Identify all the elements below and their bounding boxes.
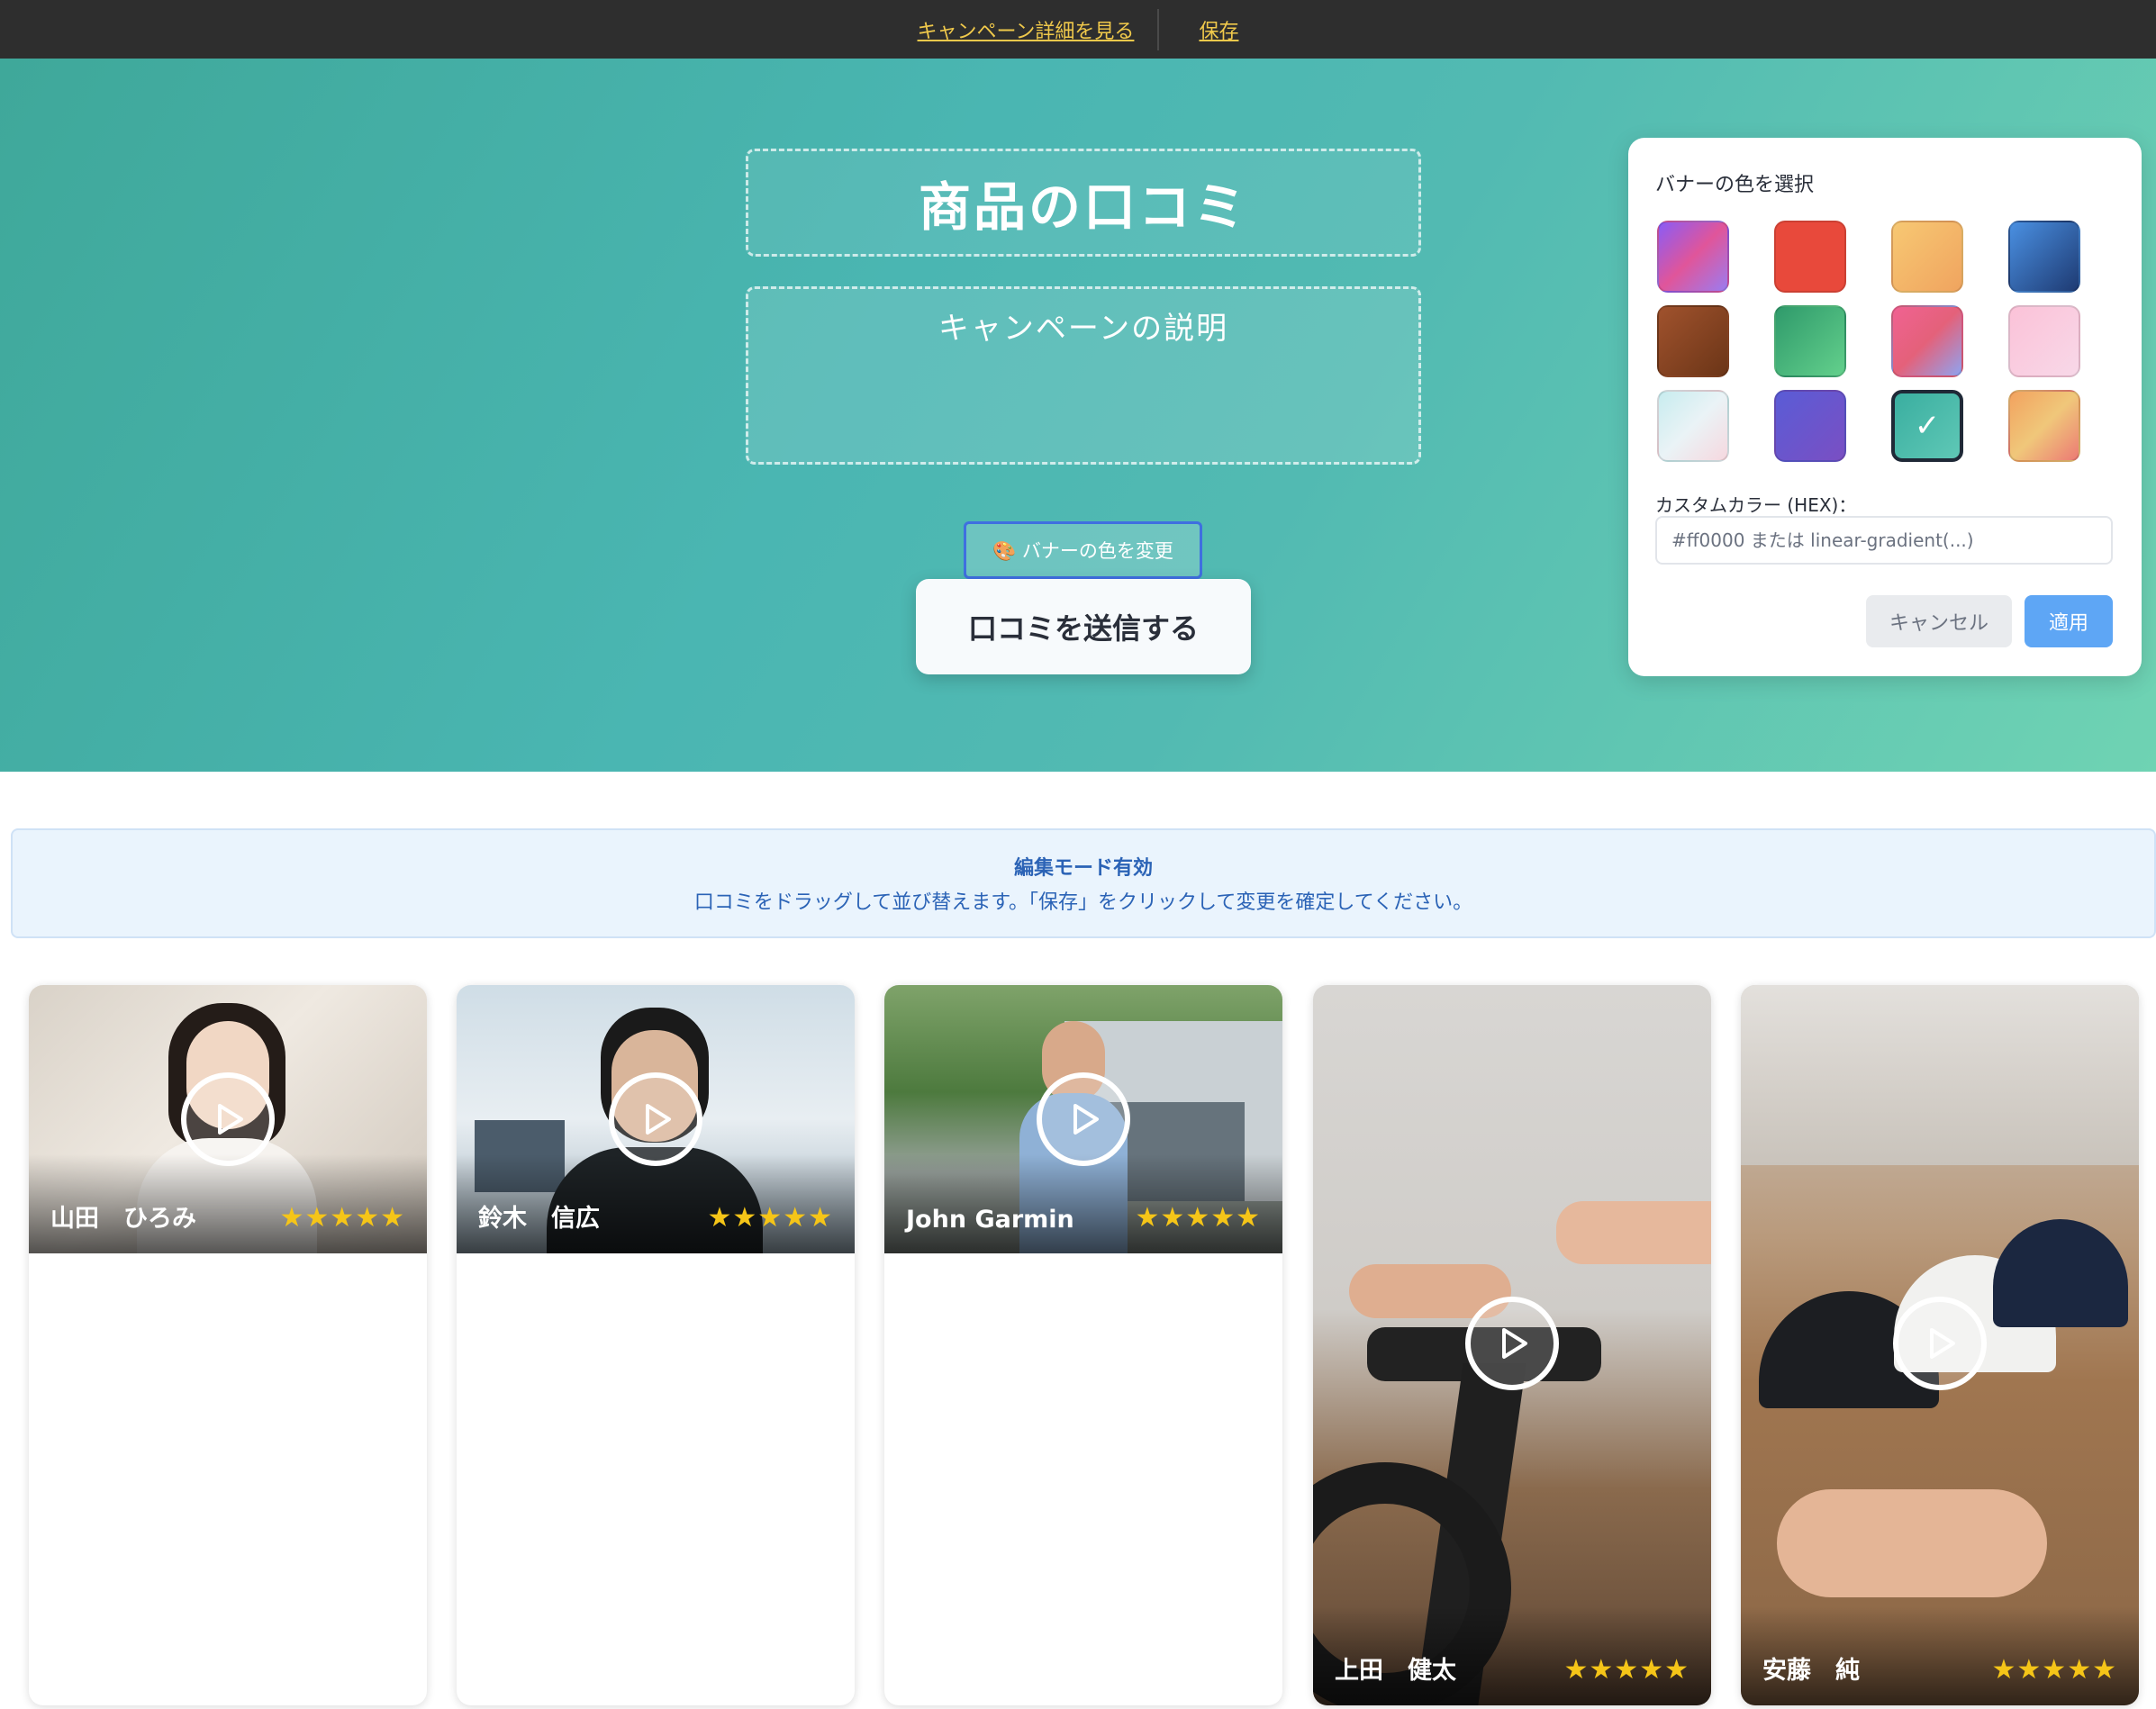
reviewer-name: 山田 ひろみ (50, 1205, 196, 1233)
video-thumbnail[interactable]: John Garmin ★★★★★ (884, 985, 1282, 1253)
top-bar: キャンペーン詳細を見る 保存 (0, 0, 2156, 59)
video-thumbnail[interactable]: 上田 健太 ★★★★★ (1313, 985, 1711, 1705)
star-rating: ★★★★★ (1563, 1654, 1689, 1686)
campaign-banner: 商品の口コミ キャンペーンの説明 🎨 バナーの色を変更 口コミを送信する バナー… (0, 59, 2156, 772)
video-thumbnail[interactable]: 安藤 純 ★★★★★ (1741, 985, 2139, 1705)
notice-title: 編集モード有効 (1013, 857, 1153, 880)
color-swatch-teal-selected[interactable]: ✓ (1891, 390, 1963, 462)
title-edit-box[interactable]: 商品の口コミ (746, 149, 1421, 257)
play-icon[interactable] (1465, 1297, 1559, 1390)
play-icon[interactable] (1893, 1297, 1987, 1390)
banner-description: キャンペーンの説明 (938, 311, 1229, 347)
topbar-divider (1157, 8, 1160, 50)
reviewer-name: 安藤 純 (1762, 1657, 1860, 1685)
color-swatch-orange-pink[interactable] (2008, 390, 2080, 462)
cancel-button[interactable]: キャンセル (1866, 595, 2012, 647)
save-link[interactable]: 保存 (1199, 15, 1238, 44)
color-swatch-blue[interactable] (2008, 221, 2080, 293)
review-card[interactable]: 安藤 純 ★★★★★ (1741, 985, 2139, 1705)
description-edit-box[interactable]: キャンペーンの説明 (746, 286, 1421, 465)
play-icon[interactable] (1037, 1072, 1130, 1166)
color-picker-panel: バナーの色を選択 ✓ カスタムカラー (HEX)： キャンセル 適用 (1628, 138, 2142, 676)
color-swatch-pink-blue[interactable] (1891, 305, 1963, 377)
video-thumbnail[interactable]: 鈴木 信広 ★★★★★ (457, 985, 855, 1253)
campaign-details-link[interactable]: キャンペーン詳細を見る (918, 15, 1135, 44)
star-rating: ★★★★★ (1135, 1202, 1261, 1234)
review-card[interactable]: 山田 ひろみ ★★★★★ (29, 985, 427, 1705)
reviewer-name: 鈴木 信広 (478, 1205, 600, 1233)
notice-text: 口コミをドラッグして並び替えます。「保存」をクリックして変更を確定してください。 (693, 891, 1473, 914)
star-rating: ★★★★★ (1991, 1654, 2117, 1686)
change-color-label: 🎨 バナーの色を変更 (992, 540, 1173, 562)
custom-color-label: カスタムカラー (HEX)： (1655, 494, 1857, 516)
apply-button[interactable]: 適用 (2025, 595, 2113, 647)
review-card[interactable]: 上田 健太 ★★★★★ (1313, 985, 1711, 1705)
edit-mode-notice: 編集モード有効 口コミをドラッグして並び替えます。「保存」をクリックして変更を確… (11, 828, 2156, 938)
review-card[interactable]: John Garmin ★★★★★ (884, 985, 1282, 1705)
selected-check-icon: ✓ (1914, 408, 1941, 444)
reviewer-name: 上田 健太 (1335, 1657, 1456, 1685)
play-icon[interactable] (609, 1072, 702, 1166)
color-swatch-red[interactable] (1774, 221, 1846, 293)
custom-color-input[interactable] (1655, 516, 2113, 565)
reviewer-name: John Garmin (906, 1206, 1074, 1234)
color-swatch-light-pink[interactable] (2008, 305, 2080, 377)
picker-title: バナーの色を選択 (1655, 174, 1815, 196)
star-rating: ★★★★★ (279, 1202, 405, 1234)
color-swatch-purple-pink[interactable] (1657, 221, 1729, 293)
color-swatch-green[interactable] (1774, 305, 1846, 377)
color-swatch-peach[interactable] (1891, 221, 1963, 293)
color-swatch-brown[interactable] (1657, 305, 1729, 377)
color-swatch-indigo[interactable] (1774, 390, 1846, 462)
star-rating: ★★★★★ (707, 1202, 833, 1234)
video-thumbnail[interactable]: 山田 ひろみ ★★★★★ (29, 985, 427, 1253)
review-card[interactable]: 鈴木 信広 ★★★★★ (457, 985, 855, 1705)
banner-title: 商品の口コミ (918, 176, 1248, 238)
play-icon[interactable] (181, 1072, 275, 1166)
change-banner-color-button[interactable]: 🎨 バナーの色を変更 (964, 521, 1202, 579)
color-swatch-pale-cyan[interactable] (1657, 390, 1729, 462)
submit-review-button[interactable]: 口コミを送信する (916, 579, 1251, 674)
